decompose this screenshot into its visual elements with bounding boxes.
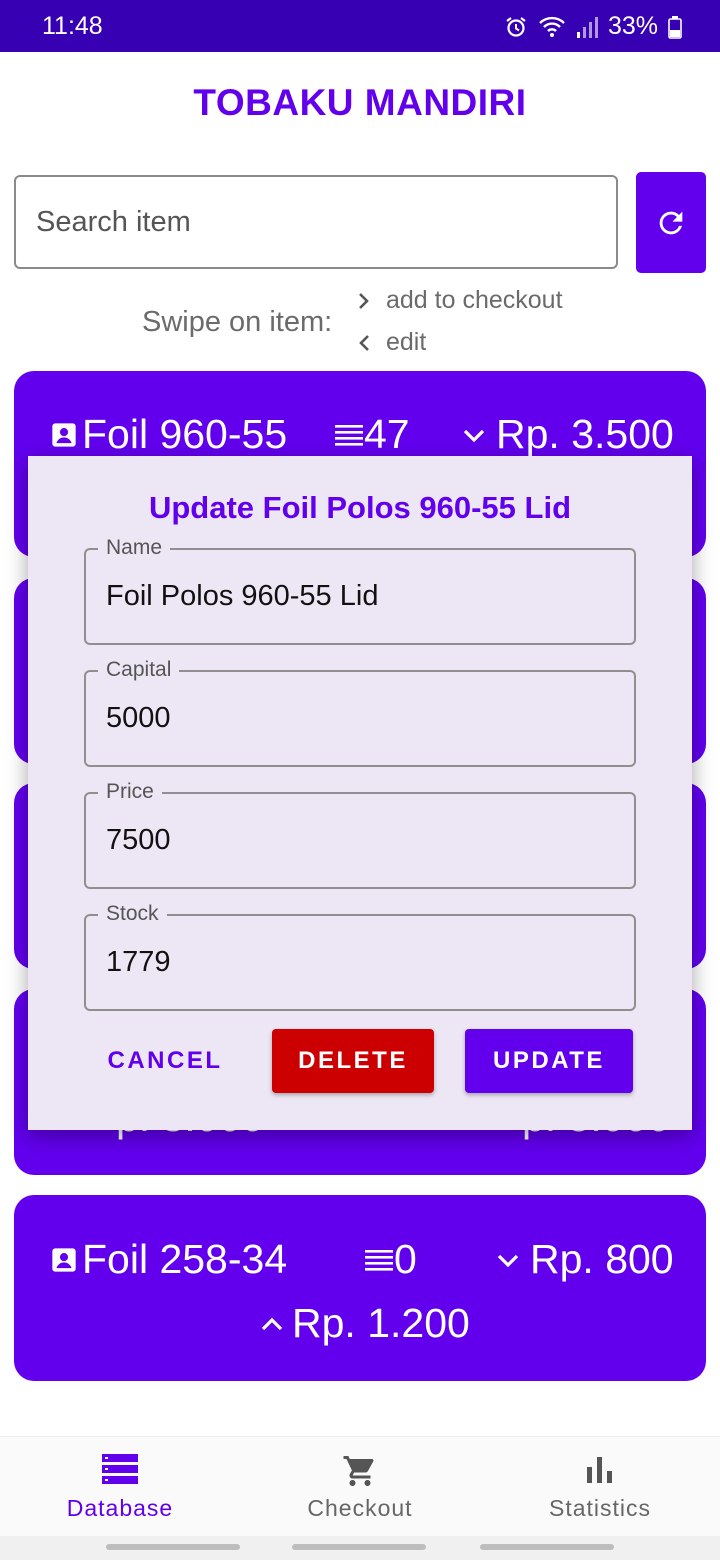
battery-icon bbox=[668, 15, 682, 39]
refresh-button[interactable] bbox=[636, 172, 706, 273]
update-button[interactable]: UPDATE bbox=[465, 1029, 633, 1093]
delete-button[interactable]: DELETE bbox=[272, 1029, 434, 1093]
dialog-title: Update Foil Polos 960-55 Lid bbox=[148, 490, 572, 525]
item-price: Rp. 1.200 bbox=[292, 1300, 470, 1346]
price-field[interactable]: Price 7500 bbox=[84, 778, 636, 889]
battery-percent: 33% bbox=[607, 12, 658, 40]
wifi-icon bbox=[539, 16, 565, 37]
database-icon bbox=[102, 1454, 138, 1484]
item-stock: 0 bbox=[394, 1236, 417, 1282]
nav-database[interactable]: Database bbox=[0, 1437, 240, 1537]
stock-field[interactable]: Stock 1779 bbox=[84, 900, 636, 1011]
nav-checkout-label: Checkout bbox=[307, 1495, 413, 1521]
app-title: TOBAKU MANDIRI bbox=[193, 82, 527, 123]
item-capital: Rp. 3.500 bbox=[496, 411, 674, 457]
chevron-right-icon bbox=[359, 292, 369, 309]
item-name-row: Foil 258-34 bbox=[50, 1236, 287, 1283]
chevron-down-icon bbox=[463, 429, 485, 442]
item-name: Foil 258-34 bbox=[82, 1236, 288, 1282]
cart-icon bbox=[343, 1456, 374, 1486]
capital-field-value[interactable]: 5000 bbox=[106, 702, 171, 735]
gesture-segment bbox=[106, 1544, 240, 1550]
search-input[interactable] bbox=[16, 177, 596, 267]
status-bar: 11:48 33% bbox=[0, 0, 720, 52]
update-dialog: Update Foil Polos 960-55 Lid Name Foil P… bbox=[28, 456, 692, 1130]
item-name: Foil 960-55 bbox=[82, 411, 288, 457]
swipe-left-text: edit bbox=[386, 328, 427, 356]
contact-card-icon bbox=[52, 1247, 76, 1272]
swipe-hint-label: Swipe on item: bbox=[142, 306, 333, 338]
item-card[interactable]: Foil 258-34 0 Rp. 800 Rp. 1.200 bbox=[14, 1195, 706, 1381]
nav-statistics[interactable]: Statistics bbox=[480, 1437, 720, 1537]
price-field-value[interactable]: 7500 bbox=[106, 824, 171, 857]
search-field[interactable] bbox=[14, 175, 618, 269]
bar-chart-icon bbox=[587, 1457, 612, 1483]
stock-field-label: Stock bbox=[98, 900, 167, 928]
item-stock-row: 47 bbox=[334, 411, 410, 458]
chevron-down-icon bbox=[497, 1254, 519, 1267]
swipe-left-hint: edit bbox=[356, 328, 426, 357]
stock-lines-icon bbox=[335, 424, 363, 446]
name-field-label: Name bbox=[98, 534, 171, 562]
nav-checkout[interactable]: Checkout bbox=[240, 1437, 480, 1537]
item-capital-row: Rp. 3.500 bbox=[460, 411, 674, 458]
name-field-value[interactable]: Foil Polos 960-55 Lid bbox=[106, 580, 378, 613]
item-capital: Rp. 800 bbox=[530, 1236, 674, 1282]
stock-field-value[interactable]: 1779 bbox=[106, 946, 171, 979]
item-capital-row: Rp. 800 bbox=[494, 1236, 674, 1283]
signal-icon bbox=[576, 16, 598, 38]
status-icons: 33% bbox=[504, 12, 682, 41]
bottom-nav: Database Checkout Statistics bbox=[0, 1436, 720, 1537]
status-time: 11:48 bbox=[42, 12, 103, 40]
capital-field[interactable]: Capital 5000 bbox=[84, 656, 636, 767]
item-name-row: Foil 960-55 bbox=[50, 411, 287, 458]
contact-card-icon bbox=[52, 422, 76, 447]
cancel-button[interactable]: CANCEL bbox=[98, 1029, 232, 1093]
item-price-row: Rp. 1.200 bbox=[258, 1300, 470, 1347]
gesture-segment bbox=[480, 1544, 614, 1550]
refresh-icon bbox=[659, 211, 683, 234]
swipe-right-hint: add to checkout bbox=[356, 286, 563, 315]
chevron-up-icon bbox=[261, 1317, 283, 1330]
nav-statistics-label: Statistics bbox=[548, 1495, 652, 1521]
chevron-left-icon bbox=[359, 334, 369, 351]
swipe-right-text: add to checkout bbox=[386, 286, 563, 314]
alarm-icon bbox=[506, 16, 526, 37]
gesture-segment bbox=[292, 1544, 426, 1550]
stock-lines-icon bbox=[365, 1249, 393, 1271]
item-stock-row: 0 bbox=[364, 1236, 417, 1283]
price-field-label: Price bbox=[98, 778, 162, 806]
nav-database-label: Database bbox=[66, 1495, 174, 1521]
gesture-bar bbox=[0, 1536, 720, 1560]
capital-field-label: Capital bbox=[98, 656, 180, 684]
name-field[interactable]: Name Foil Polos 960-55 Lid bbox=[84, 534, 636, 645]
item-stock: 47 bbox=[364, 411, 410, 457]
